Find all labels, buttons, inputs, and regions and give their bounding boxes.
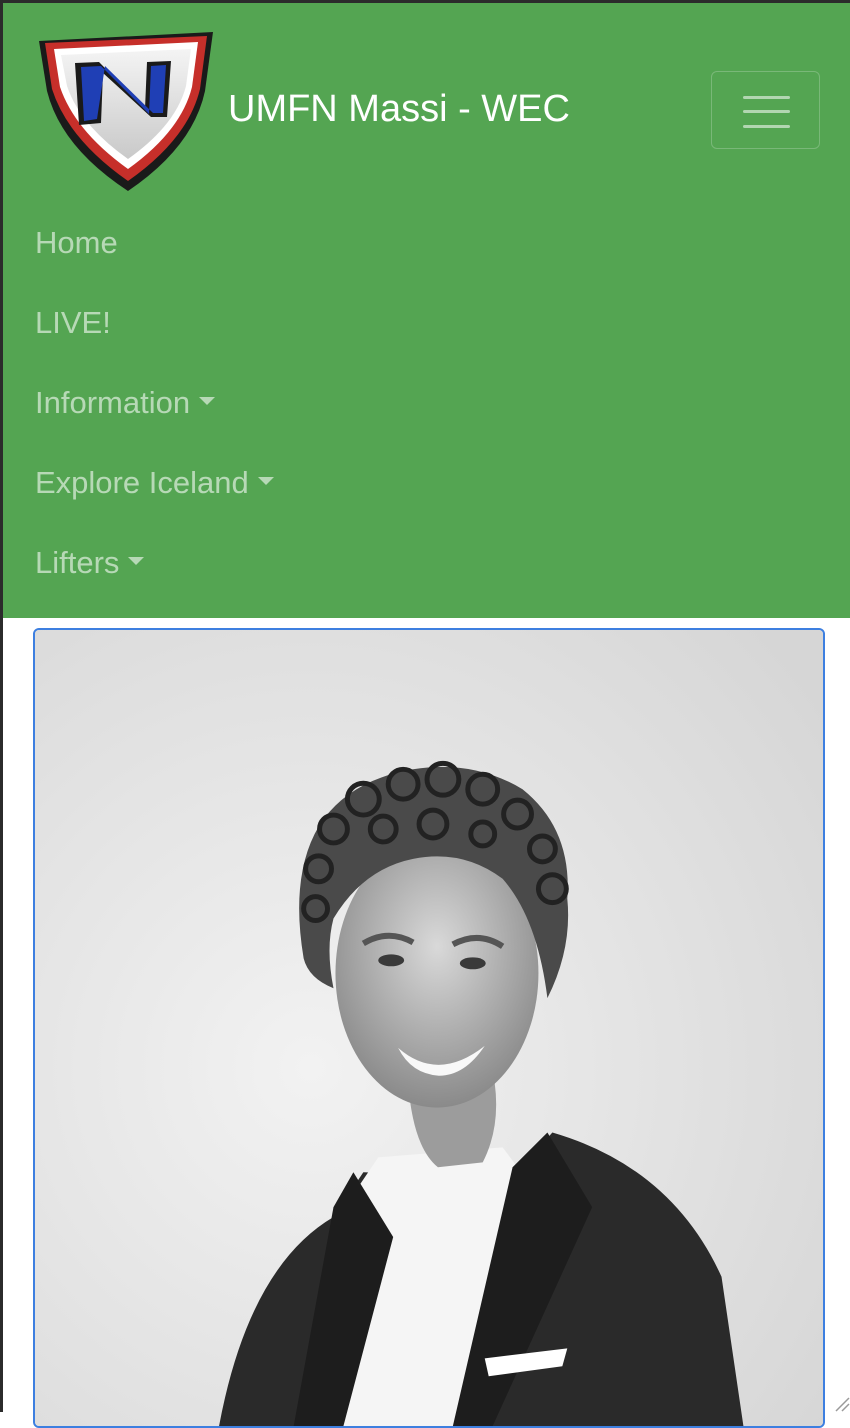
caret-down-icon: [257, 477, 274, 485]
nav-item-explore-iceland[interactable]: Explore Iceland: [35, 443, 274, 523]
nav-item-label: LIVE!: [35, 305, 111, 340]
club-shield-logo: [39, 32, 213, 191]
navbar-toggler-button[interactable]: [711, 71, 820, 149]
navbar: UMFN Massi - WEC Home LIVE! Information …: [3, 3, 850, 618]
caret-down-icon: [128, 557, 145, 565]
profile-photo: [35, 630, 823, 1426]
nav-item-label: Home: [35, 225, 118, 260]
profile-photo-card: [33, 628, 825, 1428]
brand-title: UMFN Massi - WEC: [228, 87, 570, 130]
nav-item-home[interactable]: Home: [35, 203, 274, 283]
nav-item-label: Explore Iceland: [35, 465, 249, 500]
resize-grip-icon[interactable]: [832, 1394, 850, 1412]
nav-item-lifters[interactable]: Lifters: [35, 523, 274, 603]
nav-item-label: Information: [35, 385, 191, 420]
navbar-brand[interactable]: UMFN Massi - WEC: [35, 29, 570, 193]
nav-item-information[interactable]: Information: [35, 363, 274, 443]
nav-item-label: Lifters: [35, 545, 120, 580]
nav-item-live[interactable]: LIVE!: [35, 283, 274, 363]
nav-menu: Home LIVE! Information Explore Iceland L…: [35, 203, 274, 603]
caret-down-icon: [199, 397, 216, 405]
